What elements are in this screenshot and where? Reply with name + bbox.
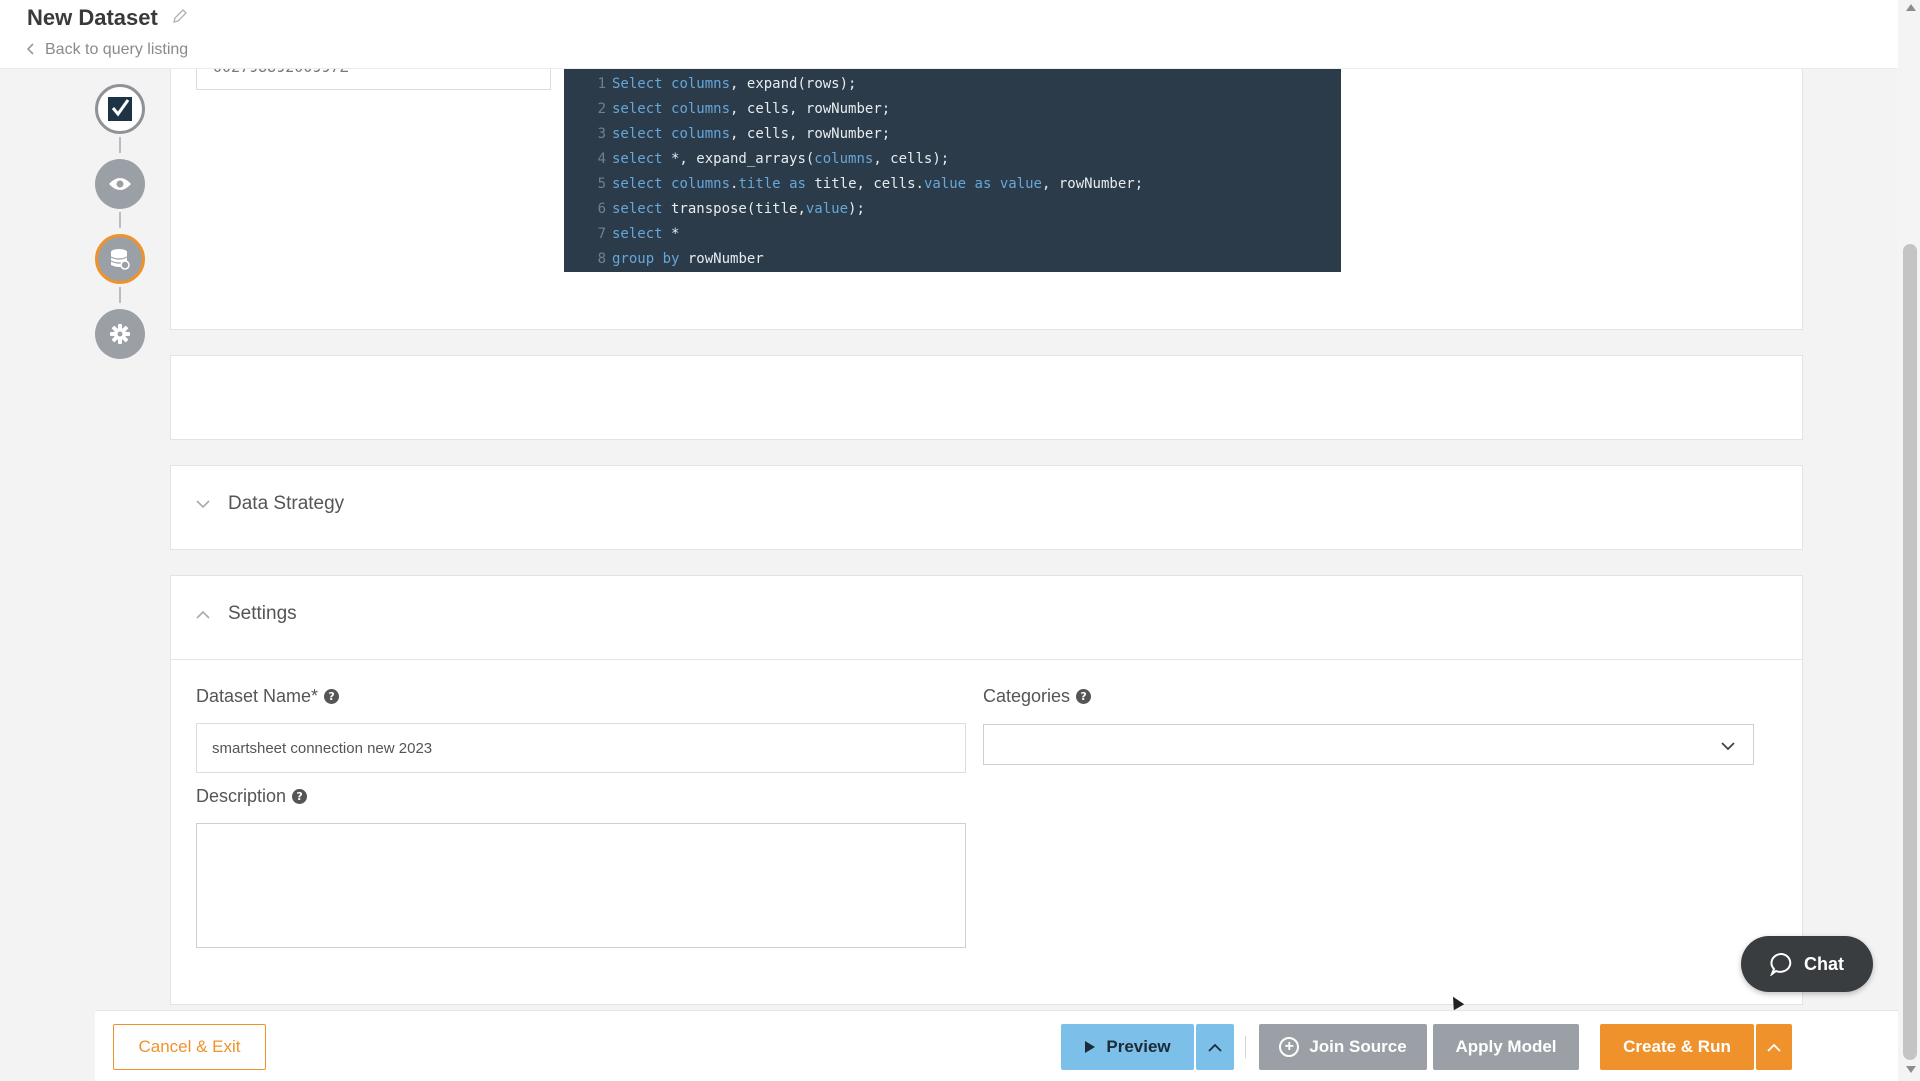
help-icon[interactable]: ?: [324, 689, 340, 704]
help-icon[interactable]: ?: [1076, 689, 1092, 704]
code-text: select transpose(title,value);: [612, 201, 865, 217]
categories-select[interactable]: [983, 724, 1754, 765]
scroll-up-arrow-icon[interactable]: [1906, 4, 1916, 11]
step-connector: [119, 287, 121, 303]
line-number: 7: [597, 226, 606, 242]
code-text: select *: [612, 226, 680, 242]
page-title: New Dataset: [27, 5, 158, 30]
chat-label: Chat: [1804, 953, 1844, 974]
chat-button[interactable]: Chat: [1741, 936, 1873, 992]
edit-pencil-icon[interactable]: [172, 8, 188, 24]
step-connector: [119, 137, 121, 153]
join-source-button[interactable]: + Join Source: [1259, 1024, 1427, 1070]
line-number: 6: [597, 201, 606, 217]
code-text: select *, expand_arrays(columns, cells);: [612, 151, 950, 167]
line-number: 2: [597, 101, 606, 117]
code-line[interactable]: 5 select columns.title as title, cells.va…: [564, 172, 1341, 197]
description-textarea[interactable]: [197, 824, 965, 947]
description-field[interactable]: [196, 823, 966, 948]
create-run-button[interactable]: Create & Run: [1600, 1024, 1754, 1070]
smartsheet-logo-icon: [108, 97, 132, 121]
cancel-exit-button[interactable]: Cancel & Exit: [113, 1024, 266, 1070]
apply-model-button[interactable]: Apply Model: [1433, 1024, 1579, 1070]
play-icon: [1085, 1041, 1096, 1053]
create-run-label: Create & Run: [1623, 1037, 1731, 1056]
chat-bubble-icon: [1770, 953, 1792, 976]
gear-icon: [110, 324, 130, 344]
step-dataset[interactable]: [95, 234, 145, 284]
eye-icon: [109, 178, 131, 190]
help-icon[interactable]: ?: [292, 789, 308, 804]
page-header: New Dataset Back to query listing: [0, 0, 1898, 69]
settings-title: Settings: [228, 603, 297, 624]
line-number: 4: [597, 151, 606, 167]
dataset-name-label: Dataset Name* ?: [196, 686, 340, 707]
join-source-label: Join Source: [1309, 1037, 1407, 1056]
query-editor[interactable]: 1 Select columns, expand(rows); 2 select co…: [564, 68, 1341, 272]
code-line[interactable]: 3 select columns, cells, rowNumber;: [564, 122, 1341, 147]
back-to-listing-link[interactable]: Back to query listing: [26, 41, 189, 59]
back-link-label: Back to query listing: [45, 41, 189, 58]
settings-divider: [170, 659, 1803, 660]
code-line[interactable]: 1 Select columns, expand(rows);: [564, 72, 1341, 97]
code-text: select columns.title as title, cells.val…: [612, 176, 1144, 192]
chevron-up-icon: [1208, 1043, 1222, 1052]
footer-separator: [1245, 1036, 1246, 1058]
preview-label: Preview: [1106, 1037, 1171, 1056]
data-strategy-title: Data Strategy: [228, 493, 345, 514]
dataset-name-input[interactable]: [197, 724, 965, 772]
chevron-down-icon: [196, 497, 210, 511]
chevron-up-icon: [1767, 1043, 1781, 1052]
code-line[interactable]: 6 select transpose(title,value);: [564, 197, 1341, 222]
code-text: select columns, cells, rowNumber;: [612, 126, 891, 142]
preview-options-button[interactable]: [1196, 1024, 1234, 1070]
categories-label-text: Categories: [983, 686, 1071, 706]
code-text: group by rowNumber: [612, 251, 764, 267]
step-source-smartsheet[interactable]: [95, 84, 145, 134]
chevron-up-icon: [196, 607, 210, 621]
scroll-down-arrow-icon[interactable]: [1906, 1066, 1916, 1073]
database-icon: [110, 249, 130, 270]
chevron-down-icon: [1721, 738, 1735, 756]
scrollbar-thumb[interactable]: [1903, 244, 1917, 1060]
step-preview[interactable]: [95, 159, 145, 209]
code-line[interactable]: 4 select *, expand_arrays(columns, cells)…: [564, 147, 1341, 172]
code-text: select columns, cells, rowNumber;: [612, 101, 891, 117]
line-number: 8: [597, 251, 606, 267]
cancel-exit-label: Cancel & Exit: [138, 1037, 241, 1056]
create-run-options-button[interactable]: [1756, 1024, 1792, 1070]
data-strategy-header[interactable]: Data Strategy: [196, 493, 344, 515]
code-line[interactable]: 2 select columns, cells, rowNumber;: [564, 97, 1341, 122]
line-number: 1: [597, 76, 606, 92]
empty-section-card: [170, 355, 1803, 440]
line-number: 5: [597, 176, 606, 192]
step-settings[interactable]: [95, 309, 145, 359]
dataset-name-label-text: Dataset Name*: [196, 686, 319, 706]
categories-label: Categories ?: [983, 686, 1092, 707]
line-number: 3: [597, 126, 606, 142]
description-label: Description ?: [196, 786, 308, 807]
data-strategy-card: [170, 465, 1803, 550]
description-label-text: Description: [196, 786, 287, 806]
code-line[interactable]: 8 group by rowNumber: [564, 247, 1341, 272]
dataset-name-field[interactable]: [196, 723, 966, 773]
plus-circle-icon: +: [1279, 1037, 1300, 1057]
preview-button[interactable]: Preview: [1061, 1024, 1194, 1070]
code-text: Select columns, expand(rows);: [612, 76, 857, 92]
settings-header[interactable]: Settings: [196, 603, 297, 625]
step-connector: [119, 212, 121, 228]
apply-model-label: Apply Model: [1455, 1037, 1557, 1056]
chevron-left-icon: [26, 42, 35, 58]
code-line[interactable]: 7 select *: [564, 222, 1341, 247]
